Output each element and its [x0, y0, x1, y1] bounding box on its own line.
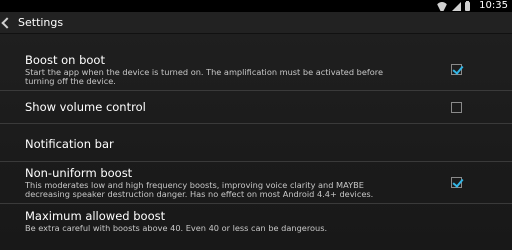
pref-summary-line: Be extra careful with boosts above 40. E… [25, 223, 328, 233]
non-uniform-boost-checkbox[interactable] [451, 177, 462, 188]
pref-show-volume-control[interactable]: Show volume control [0, 91, 512, 124]
back-arrow-icon[interactable] [2, 18, 12, 28]
pref-non-uniform-boost[interactable]: Non-uniform boost This moderates low and… [0, 162, 512, 204]
pref-title: Show volume control [25, 100, 146, 114]
page-title: Settings [18, 16, 64, 29]
wifi-icon [436, 2, 448, 11]
settings-screen: 10:35 Settings Boost on boot Start the a… [0, 0, 512, 250]
pref-title: Maximum allowed boost [25, 209, 166, 223]
show-volume-control-checkbox[interactable] [451, 102, 462, 113]
pref-title: Boost on boot [25, 53, 105, 67]
action-bar: Settings [0, 12, 512, 34]
signal-icon [452, 2, 461, 11]
boost-on-boot-checkbox[interactable] [451, 64, 462, 75]
pref-maximum-allowed-boost[interactable]: Maximum allowed boost Be extra careful w… [0, 204, 512, 250]
pref-boost-on-boot[interactable]: Boost on boot Start the app when the dev… [0, 49, 512, 91]
status-bar: 10:35 [0, 0, 512, 12]
battery-icon [465, 1, 470, 11]
pref-summary-line: turning off the device. [25, 76, 116, 86]
pref-title: Non-uniform boost [25, 166, 133, 180]
status-clock: 10:35 [479, 0, 508, 11]
pref-notification-bar[interactable]: Notification bar [0, 124, 512, 162]
status-icons [436, 1, 470, 11]
pref-summary-line: decreasing speaker destruction danger. H… [25, 189, 374, 199]
pref-title: Notification bar [25, 137, 114, 151]
